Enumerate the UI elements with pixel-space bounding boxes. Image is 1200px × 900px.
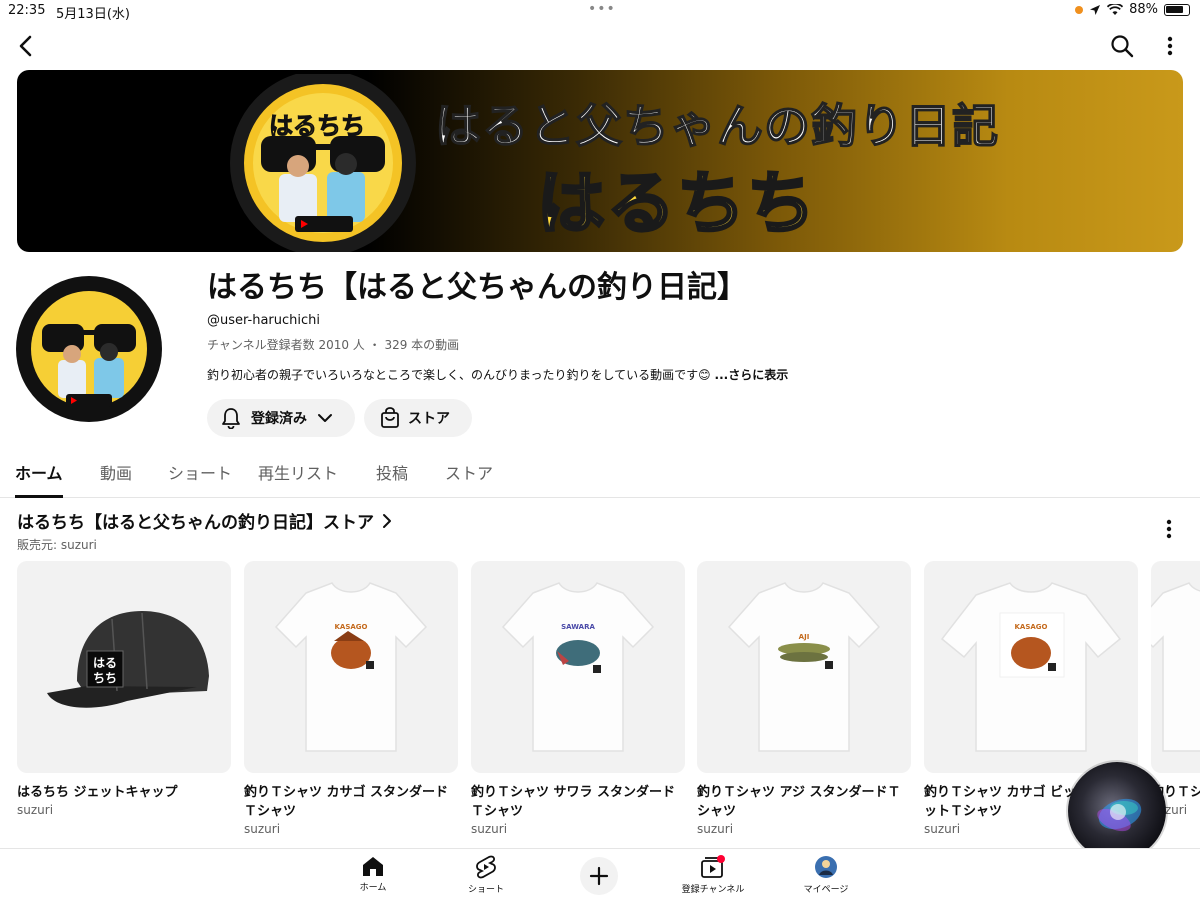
cap-image: はる ちち bbox=[47, 611, 209, 708]
store-label: ストア bbox=[408, 411, 450, 427]
store-seller: 販売元: suzuri bbox=[17, 538, 97, 552]
siri-icon bbox=[1097, 798, 1142, 832]
subscriptions-icon bbox=[701, 855, 725, 878]
status-time: 22:35 bbox=[8, 3, 46, 18]
channel-stats: チャンネル登録者数 2010 人 ・ 329 本の動画 bbox=[207, 338, 460, 352]
product-card[interactable]: KASAGO 釣りＴシャツ カサゴ スタンダードＴシャツ suzuri bbox=[244, 561, 458, 836]
home-icon bbox=[363, 857, 383, 876]
product-shop: suzuri bbox=[471, 822, 508, 836]
channel-handle: @user-haruchichi bbox=[207, 313, 321, 328]
profile-avatar-icon bbox=[815, 856, 837, 878]
chevron-left-icon bbox=[19, 35, 32, 57]
wifi-icon bbox=[1107, 3, 1124, 15]
tab-home[interactable]: ホーム bbox=[15, 460, 63, 498]
status-bar: 22:35 5月13日(水) ••• 88% bbox=[0, 0, 1200, 24]
tshirt-kasago-big-image: KASAGO bbox=[940, 582, 1122, 752]
location-icon bbox=[1090, 4, 1101, 15]
product-name: 釣りＴシャツ アジ スタンダードＴシャツ bbox=[697, 785, 901, 819]
more-options-button[interactable] bbox=[1154, 30, 1186, 62]
print-label: SAWARA bbox=[561, 623, 595, 631]
search-button[interactable] bbox=[1106, 30, 1138, 62]
store-section-more-button[interactable] bbox=[1157, 517, 1181, 541]
bottom-nav: ホーム ショート 登録チャンネル マイページ bbox=[0, 848, 1200, 900]
nav-mypage-label: マイページ bbox=[803, 885, 849, 895]
tab-playlists[interactable]: 再生リスト bbox=[258, 460, 338, 498]
nav-mypage[interactable]: マイページ bbox=[781, 855, 871, 895]
product-name: 釣りＴシャツ カサゴ スタンダードＴシャツ bbox=[244, 785, 449, 819]
channel-description-row[interactable]: 釣り初心者の親子でいろいろなところで楽しく、のんびりまったり釣りをしている動画で… bbox=[207, 366, 788, 383]
product-shop: suzuri bbox=[697, 822, 734, 836]
shopping-bag-icon bbox=[381, 407, 399, 428]
nav-home-label: ホーム bbox=[359, 883, 387, 893]
subscribed-label: 登録済み bbox=[251, 411, 307, 427]
search-icon bbox=[1111, 35, 1134, 58]
avatar[interactable] bbox=[14, 264, 164, 434]
tab-store[interactable]: ストア bbox=[445, 460, 493, 498]
svg-text:ちち: ちち bbox=[93, 671, 117, 685]
product-card[interactable]: SAWARA 釣りＴシャツ サワラ スタンダードＴシャツ suzuri bbox=[471, 561, 685, 836]
recording-indicator-icon bbox=[1075, 5, 1084, 14]
store-section-title[interactable]: はるちち【はると父ちゃんの釣り日記】ストア bbox=[17, 508, 392, 533]
print-label: AJI bbox=[799, 633, 810, 641]
status-indicators: 88% bbox=[1075, 2, 1190, 17]
battery-percent: 88% bbox=[1129, 2, 1158, 17]
store-button[interactable]: ストア bbox=[364, 399, 472, 437]
bell-icon bbox=[222, 408, 240, 429]
chevron-down-icon bbox=[318, 414, 332, 422]
tab-videos[interactable]: 動画 bbox=[100, 460, 132, 498]
banner-title-line1: はると父ちゃんの釣り日記 bbox=[434, 98, 999, 154]
product-thumbnail: はる ちち bbox=[17, 561, 231, 773]
channel-tabs: ホーム 動画 ショート 再生リスト 投稿 ストア bbox=[0, 452, 1200, 498]
status-date: 5月13日(水) bbox=[56, 7, 130, 22]
product-thumbnail: SAWARA bbox=[471, 561, 685, 773]
product-name: はるちち ジェットキャップ bbox=[17, 785, 178, 800]
nav-home[interactable]: ホーム bbox=[328, 855, 418, 893]
vertical-dots-icon bbox=[1167, 36, 1173, 56]
nav-shorts[interactable]: ショート bbox=[441, 855, 531, 895]
svg-text:はる: はる bbox=[93, 656, 117, 670]
siri-orb[interactable] bbox=[1068, 762, 1166, 860]
nav-shorts-label: ショート bbox=[467, 885, 504, 895]
product-shop: suzuri bbox=[17, 803, 54, 817]
tshirt-kasago-image: KASAGO bbox=[274, 582, 428, 752]
vertical-dots-icon bbox=[1166, 519, 1172, 539]
create-button[interactable] bbox=[580, 857, 618, 895]
channel-description: 釣り初心者の親子でいろいろなところで楽しく、のんびりまったり釣りをしている動画で… bbox=[207, 368, 711, 382]
shorts-icon bbox=[476, 855, 496, 879]
store-section-title-text: はるちち【はると父ちゃんの釣り日記】ストア bbox=[17, 513, 374, 533]
product-card[interactable]: AJI 釣りＴシャツ アジ スタンダードＴシャツ suzuri bbox=[697, 561, 911, 836]
tab-posts[interactable]: 投稿 bbox=[376, 460, 408, 498]
product-name: 釣りＴシャツ サワラ スタンダードＴシャツ bbox=[471, 785, 676, 819]
tshirt-partial-image bbox=[1151, 582, 1200, 752]
print-label: KASAGO bbox=[1015, 623, 1048, 631]
product-thumbnail: KASAGO bbox=[244, 561, 458, 773]
tab-shorts[interactable]: ショート bbox=[168, 460, 232, 498]
multitask-dots[interactable]: ••• bbox=[588, 1, 616, 17]
nav-subscriptions-label: 登録チャンネル bbox=[681, 885, 745, 895]
banner-logo-text: はるちち bbox=[269, 112, 366, 141]
channel-name: はるちち【はると父ちゃんの釣り日記】 bbox=[207, 270, 747, 305]
banner-title-line2: はるちち bbox=[535, 164, 818, 246]
subscribed-button[interactable]: 登録済み bbox=[207, 399, 355, 437]
product-shop: suzuri bbox=[244, 822, 281, 836]
description-more-link[interactable]: ...さらに表示 bbox=[715, 368, 789, 382]
back-button[interactable] bbox=[10, 30, 42, 62]
product-card[interactable]: 釣りＴシャツ suzuri bbox=[1151, 561, 1200, 817]
battery-icon bbox=[1164, 3, 1190, 16]
product-thumbnail bbox=[1151, 561, 1200, 773]
channel-banner: はるちち はると父ちゃんの釣り日記 はるちち bbox=[17, 70, 1183, 252]
product-card[interactable]: はる ちち はるちち ジェットキャップ suzuri bbox=[17, 561, 231, 817]
tshirt-sawara-image: SAWARA bbox=[501, 582, 655, 752]
tshirt-aji-image: AJI bbox=[727, 582, 881, 752]
plus-icon bbox=[589, 866, 609, 886]
print-label: KASAGO bbox=[335, 623, 368, 631]
product-thumbnail: AJI bbox=[697, 561, 911, 773]
chevron-right-icon bbox=[383, 513, 391, 528]
product-thumbnail: KASAGO bbox=[924, 561, 1138, 773]
nav-subscriptions[interactable]: 登録チャンネル bbox=[668, 855, 758, 895]
banner-logo-emblem bbox=[230, 74, 416, 252]
